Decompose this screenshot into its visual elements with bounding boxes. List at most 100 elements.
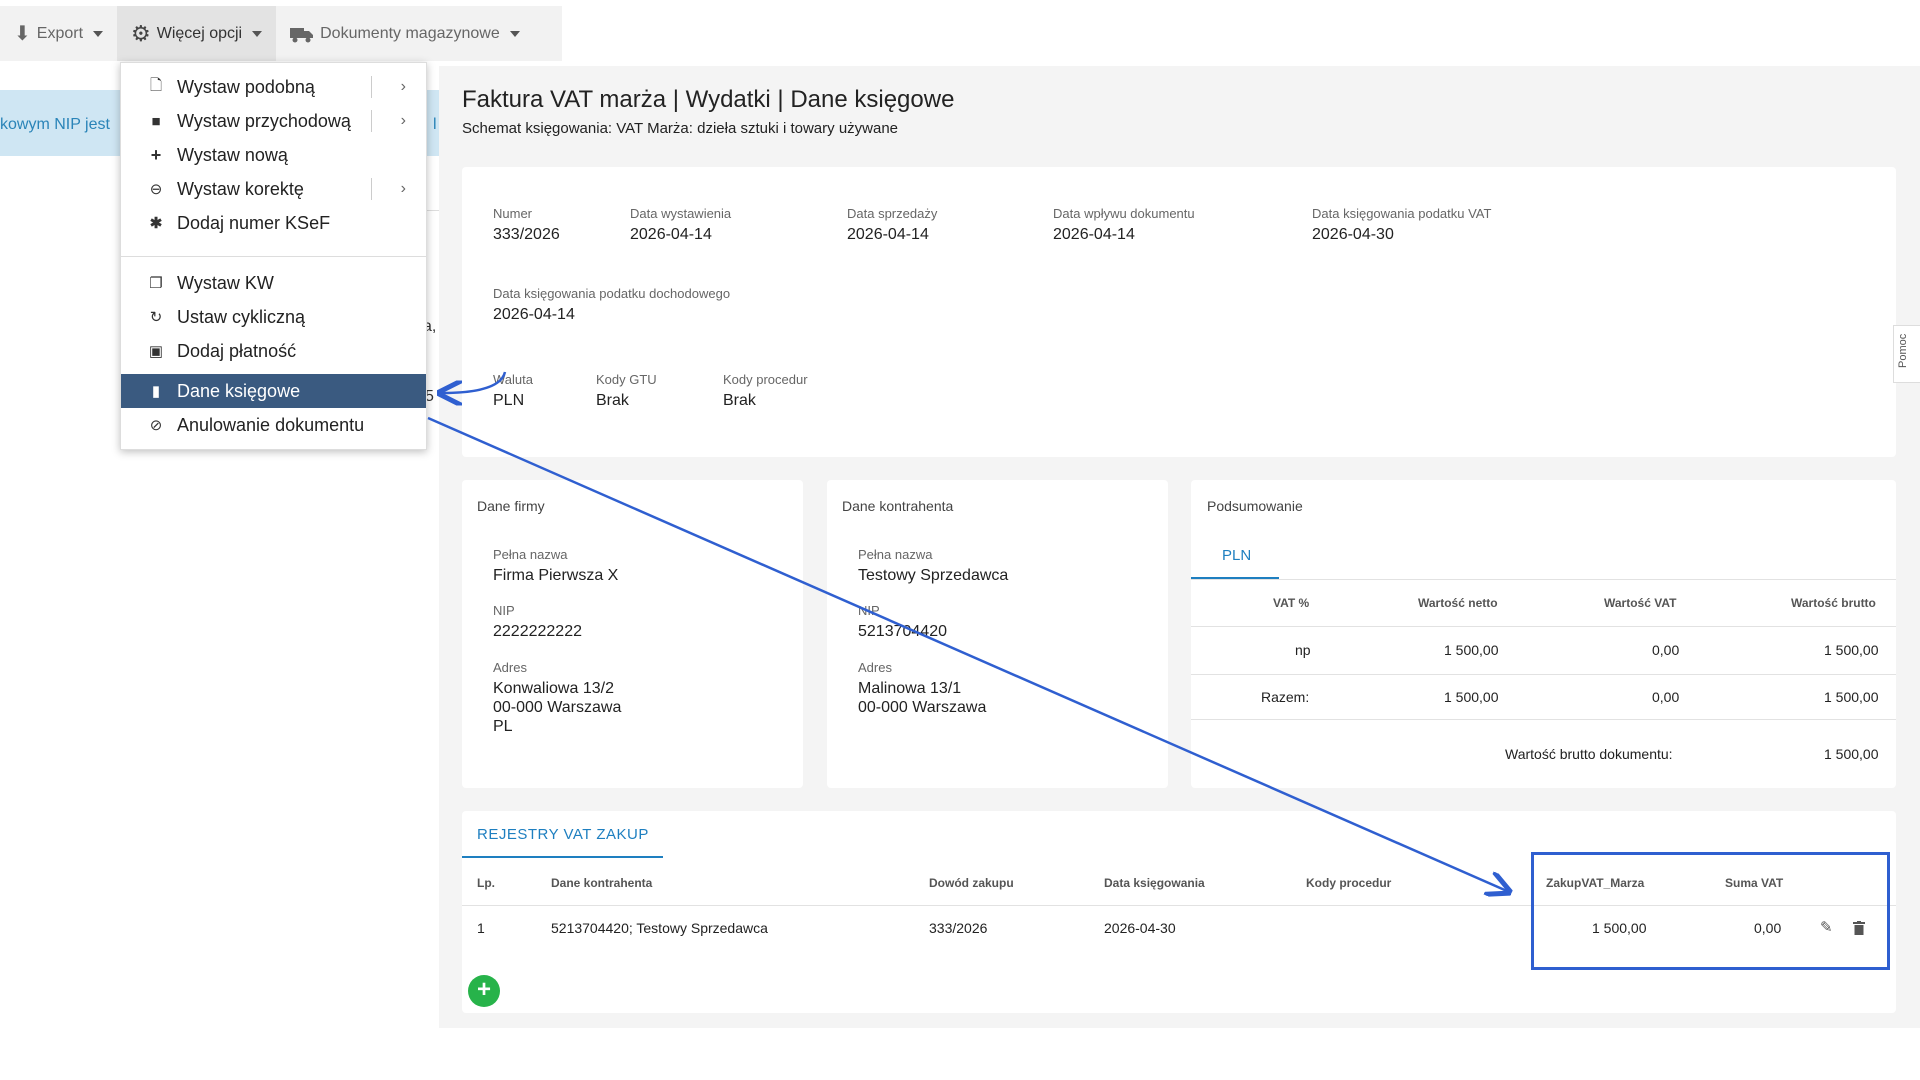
tab-pln[interactable]: PLN	[1222, 547, 1251, 564]
menu-item-issue-income[interactable]: ■ Wystaw przychodową ›	[121, 104, 426, 138]
company-name-value: Firma Pierwsza X	[493, 567, 619, 584]
summary-total-gross: 1 500,00	[1824, 689, 1879, 705]
ban-icon: ⊘	[149, 417, 163, 434]
more-options-button[interactable]: ⚙ Więcej opcji	[117, 6, 277, 61]
menu-item-set-recurring[interactable]: ↻ Ustaw cykliczną	[121, 300, 426, 334]
warehouse-docs-button[interactable]: Dokumenty magazynowe	[276, 6, 534, 61]
summary-row-vat: np	[1295, 642, 1311, 658]
warehouse-docs-label: Dokumenty magazynowe	[320, 24, 500, 42]
more-options-label: Więcej opcji	[156, 24, 243, 42]
company-address-line2: 00-000 Warszawa	[493, 699, 622, 716]
minus-circle-icon: ⊖	[149, 181, 163, 198]
help-tab[interactable]: Pomoc	[1893, 325, 1920, 383]
menu-item-cancel-document[interactable]: ⊘ Anulowanie dokumentu	[121, 408, 426, 442]
menu-item-add-payment[interactable]: ▣ Dodaj płatność	[121, 334, 426, 368]
col-posting-date: Data księgowania	[1104, 876, 1205, 890]
menu-item-issue-similar[interactable]: 🗋 Wystaw podobną ›	[121, 70, 426, 104]
vat-posting-date-label: Data księgowania podatku VAT	[1312, 206, 1492, 221]
income-tax-date-label: Data księgowania podatku dochodowego	[493, 286, 731, 301]
menu-item-label: Wystaw przychodową	[177, 110, 351, 131]
col-purchase-proof: Dowód zakupu	[929, 876, 1014, 890]
document-gross-label: Wartość brutto dokumentu:	[1505, 746, 1673, 762]
more-options-menu: 🗋 Wystaw podobną › ■ Wystaw przychodową …	[120, 62, 427, 450]
plus-icon: +	[150, 144, 162, 165]
company-nip-value: 2222222222	[493, 623, 582, 640]
menu-item-label: Dodaj płatność	[177, 340, 297, 361]
sale-date-label: Data sprzedaży	[847, 206, 938, 221]
summary-row-vatval: 0,00	[1652, 642, 1680, 658]
summary-total-vat: 0,00	[1652, 689, 1680, 705]
col-contractor: Dane kontrahenta	[551, 876, 653, 890]
tab-underline	[462, 856, 663, 858]
contractor-name-value: Testowy Sprzedawca	[858, 567, 1009, 584]
tab-vat-register[interactable]: REJESTRY VAT ZAKUP	[477, 826, 649, 843]
divider	[371, 110, 372, 132]
contractor-address-line1: Malinowa 13/1	[858, 680, 962, 697]
copy-icon: ❐	[149, 275, 163, 292]
summary-row-gross: 1 500,00	[1824, 642, 1879, 658]
truck-icon	[290, 27, 314, 42]
currency-value: PLN	[493, 392, 525, 409]
menu-item-label: Wystaw podobną	[177, 76, 315, 97]
col-vat-pct: VAT %	[1273, 596, 1310, 610]
gtu-value: Brak	[596, 392, 629, 409]
divider	[1191, 674, 1896, 675]
currency-label: Waluta	[493, 372, 533, 387]
menu-item-issue-correction[interactable]: ⊖ Wystaw korektę ›	[121, 172, 426, 206]
menu-item-add-ksef[interactable]: ✱ Dodaj numer KSeF	[121, 206, 426, 240]
summary-row-net: 1 500,00	[1444, 642, 1499, 658]
divider	[1191, 719, 1896, 720]
gear-icon: ⚙	[131, 20, 151, 46]
caret-down-icon	[509, 30, 520, 37]
summary-total-net: 1 500,00	[1444, 689, 1499, 705]
menu-item-accounting-data[interactable]: ▮ Dane księgowe	[121, 374, 426, 408]
file-filled-icon: ■	[151, 112, 161, 130]
money-icon: ▣	[148, 343, 164, 360]
register-row-proof: 333/2026	[929, 920, 988, 936]
caret-down-icon	[93, 30, 104, 37]
menu-item-issue-kw[interactable]: ❐ Wystaw KW	[121, 266, 426, 300]
company-address-line1: Konwaliowa 13/2	[493, 680, 614, 697]
contractor-nip-label: NIP	[858, 603, 880, 618]
chevron-right-icon[interactable]: ›	[401, 180, 406, 198]
issue-date-label: Data wystawienia	[630, 206, 732, 221]
gtu-label: Kody GTU	[596, 372, 657, 387]
summary-total-label: Razem:	[1261, 689, 1310, 705]
refresh-icon: ↻	[149, 309, 163, 326]
download-icon: ⬇	[14, 23, 31, 45]
register-row-lp: 1	[477, 920, 485, 936]
numer-value: 333/2026	[493, 226, 560, 243]
banner-text: kowym NIP jest	[0, 116, 110, 133]
menu-item-label: Wystaw nową	[177, 144, 288, 165]
chevron-right-icon[interactable]: ›	[401, 112, 406, 130]
file-icon: 🗋	[149, 76, 163, 94]
menu-item-label: Anulowanie dokumentu	[177, 414, 365, 435]
divider	[1191, 579, 1896, 580]
book-icon: ▮	[151, 383, 161, 400]
chevron-right-icon[interactable]: ›	[401, 78, 406, 96]
divider	[371, 76, 372, 98]
menu-divider	[121, 256, 426, 257]
menu-item-issue-new[interactable]: + Wystaw nową	[121, 138, 426, 172]
menu-item-label: Dane księgowe	[177, 380, 301, 401]
menu-item-label: Wystaw KW	[177, 272, 274, 293]
export-button[interactable]: ⬇ Export	[0, 6, 117, 61]
col-vat: Wartość VAT	[1604, 596, 1677, 610]
menu-item-label: Dodaj numer KSeF	[177, 212, 331, 233]
page-subtitle: Schemat księgowania: VAT Marża: dzieła s…	[462, 120, 899, 137]
export-label: Export	[36, 24, 84, 42]
contractor-card-title: Dane kontrahenta	[842, 498, 954, 514]
company-name-label: Pełna nazwa	[493, 547, 568, 562]
receipt-date-label: Data wpływu dokumentu	[1053, 206, 1195, 221]
add-button[interactable]: +	[468, 975, 500, 1007]
company-card-title: Dane firmy	[477, 498, 545, 514]
company-address-line3: PL	[493, 718, 513, 735]
register-row-contractor: 5213704420; Testowy Sprzedawca	[551, 920, 768, 936]
banner-fragment: l	[433, 116, 437, 133]
asterisk-icon: ✱	[149, 215, 163, 232]
income-tax-date-value: 2026-04-14	[493, 306, 575, 323]
highlight-box	[1531, 852, 1890, 970]
summary-card-title: Podsumowanie	[1207, 498, 1303, 514]
company-address-label: Adres	[493, 660, 527, 675]
page-title: Faktura VAT marża | Wydatki | Dane księg…	[462, 86, 955, 113]
